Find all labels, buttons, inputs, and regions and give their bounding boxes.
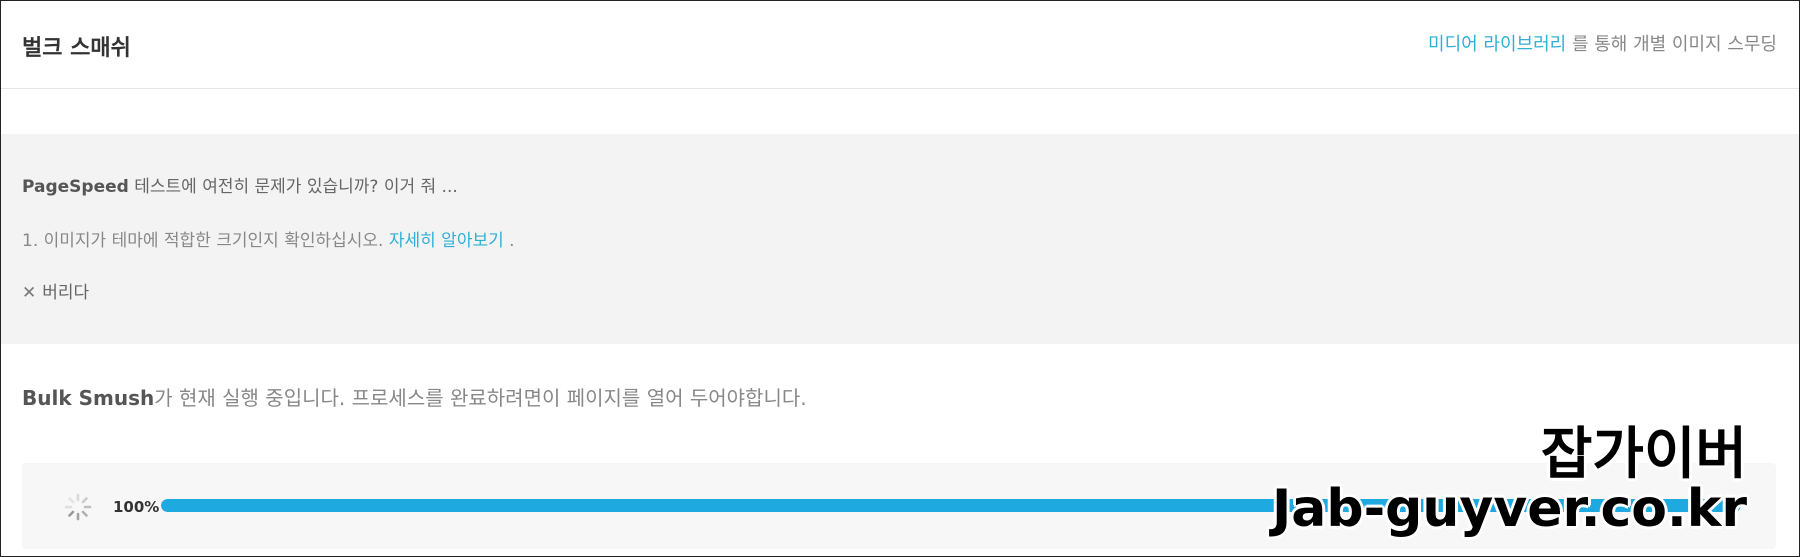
- pagespeed-label: PageSpeed: [22, 177, 129, 197]
- notice-question: PageSpeed 테스트에 여전히 문제가 있습니까? 이거 줘 ...: [22, 172, 458, 197]
- header-hint-text: 를 통해 개별 이미지 스무딩: [1566, 34, 1777, 55]
- smush-panel: 벌크 스매쉬 미디어 라이브러리 를 통해 개별 이미지 스무딩 PageSpe…: [0, 0, 1800, 557]
- learn-more-link[interactable]: 자세히 알아보기: [389, 231, 504, 251]
- watermark-url: Jab-guyver.co.kr: [1271, 479, 1747, 539]
- bulk-smush-label: Bulk Smush: [22, 386, 155, 410]
- media-library-link[interactable]: 미디어 라이브러리: [1428, 34, 1566, 55]
- progress-percent: 100%: [113, 498, 160, 516]
- close-icon: ✕: [22, 283, 37, 303]
- header-hint: 미디어 라이브러리 를 통해 개별 이미지 스무딩: [1428, 30, 1777, 56]
- notice-tip-text: 1. 이미지가 테마에 적합한 크기인지 확인하십시오.: [22, 231, 389, 251]
- pagespeed-notice: PageSpeed 테스트에 여전히 문제가 있습니까? 이거 줘 ... 1.…: [1, 134, 1799, 344]
- page-title: 벌크 스매쉬: [22, 36, 131, 61]
- watermark-title: 잡가이버: [1540, 422, 1747, 487]
- dismiss-label: 버리다: [42, 283, 90, 303]
- dismiss-button[interactable]: ✕ 버리다: [22, 278, 89, 303]
- panel-header: 벌크 스매쉬 미디어 라이브러리 를 통해 개별 이미지 스무딩: [1, 1, 1799, 89]
- bulk-status-message: Bulk Smush가 현재 실행 중입니다. 프로세스를 완료하려면이 페이지…: [22, 382, 807, 411]
- notice-tip-end: .: [503, 231, 515, 251]
- bulk-status-text: 가 현재 실행 중입니다. 프로세스를 완료하려면이 페이지를 열어 두어야합니…: [154, 386, 807, 410]
- loading-spinner-icon: [64, 493, 92, 521]
- notice-question-text: 테스트에 여전히 문제가 있습니까? 이거 줘 ...: [128, 177, 458, 197]
- notice-tip: 1. 이미지가 테마에 적합한 크기인지 확인하십시오. 자세히 알아보기 .: [22, 226, 515, 251]
